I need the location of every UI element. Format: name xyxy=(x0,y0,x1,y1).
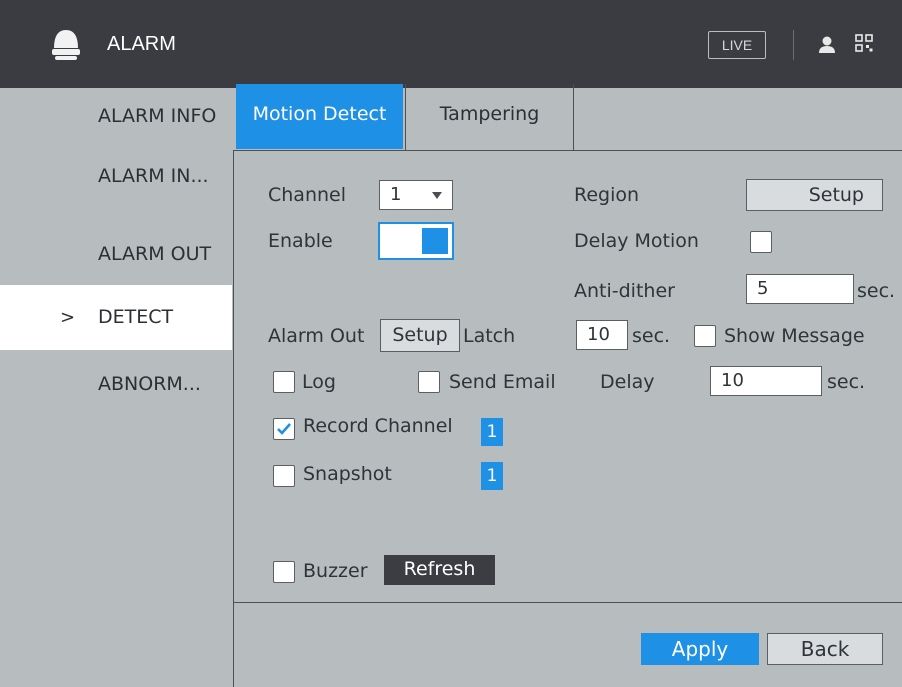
sidebar-item-label: ABNORM... xyxy=(98,373,201,395)
region-setup-button[interactable]: Setup xyxy=(746,179,883,211)
anti-dither-label: Anti-dither xyxy=(574,280,675,302)
footer-divider xyxy=(233,602,902,603)
latch-input[interactable]: 10 xyxy=(576,320,628,350)
alarm-out-label: Alarm Out xyxy=(268,325,365,347)
latch-label: Latch xyxy=(463,325,516,347)
channel-label: Channel xyxy=(268,184,347,206)
app-title: ALARM xyxy=(107,33,176,55)
tab-motion-detect[interactable]: Motion Detect xyxy=(236,84,403,149)
region-label: Region xyxy=(574,184,640,206)
enable-toggle[interactable] xyxy=(378,222,454,260)
snapshot-checkbox[interactable] xyxy=(273,465,295,487)
header-divider xyxy=(793,30,794,60)
enable-label: Enable xyxy=(268,230,333,252)
chevron-right-icon: > xyxy=(60,307,76,328)
channel-select-value: 1 xyxy=(390,184,402,205)
sidebar-item-label: ALARM INFO xyxy=(98,105,217,127)
alarm-bell-icon xyxy=(52,30,80,60)
tab-tampering[interactable]: Tampering xyxy=(405,84,574,151)
content-border xyxy=(233,150,234,687)
buzzer-checkbox[interactable] xyxy=(273,561,295,583)
user-icon[interactable] xyxy=(818,34,836,56)
buzzer-label: Buzzer xyxy=(303,560,368,582)
record-channel-checkbox[interactable] xyxy=(273,418,295,440)
sidebar-item-label: DETECT xyxy=(98,306,174,328)
latch-unit: sec. xyxy=(632,325,671,347)
show-message-label: Show Message xyxy=(724,325,865,347)
show-message-checkbox[interactable] xyxy=(694,325,716,347)
back-button[interactable]: Back xyxy=(767,633,883,665)
delay-label: Delay xyxy=(600,371,655,393)
delay-input[interactable]: 10 xyxy=(710,366,822,396)
sidebar-item-alarm-out[interactable]: ALARM OUT xyxy=(0,222,232,287)
anti-dither-unit: sec. xyxy=(857,280,896,302)
sidebar-item-alarm-info[interactable]: ALARM INFO xyxy=(0,84,232,149)
channel-select[interactable]: 1 xyxy=(379,180,453,210)
chevron-down-icon xyxy=(432,192,442,199)
sidebar-item-detect[interactable]: > DETECT xyxy=(0,285,232,350)
refresh-button[interactable]: Refresh xyxy=(384,555,495,585)
log-label: Log xyxy=(302,371,336,393)
sidebar-item-label: ALARM OUT xyxy=(98,243,212,265)
checkmark-icon xyxy=(277,423,291,435)
delay-unit: sec. xyxy=(827,371,866,393)
apply-button[interactable]: Apply xyxy=(641,633,759,665)
snapshot-label: Snapshot xyxy=(303,463,392,485)
delay-motion-checkbox[interactable] xyxy=(750,231,772,253)
send-email-label: Send Email xyxy=(449,371,556,393)
send-email-checkbox[interactable] xyxy=(418,371,440,393)
sidebar-item-alarm-in[interactable]: ALARM IN... xyxy=(0,150,232,215)
log-checkbox[interactable] xyxy=(273,371,295,393)
snapshot-channel-badge[interactable]: 1 xyxy=(481,462,503,490)
toggle-knob xyxy=(422,228,448,254)
anti-dither-input[interactable]: 5 xyxy=(746,274,854,304)
tabs-baseline xyxy=(233,150,902,151)
delay-motion-label: Delay Motion xyxy=(574,230,699,252)
live-button[interactable]: LIVE xyxy=(708,31,766,59)
alarm-out-setup-button[interactable]: Setup xyxy=(380,319,460,352)
record-channel-badge[interactable]: 1 xyxy=(481,418,503,446)
record-channel-label: Record Channel xyxy=(303,415,453,437)
sidebar-item-abnormality[interactable]: ABNORM... xyxy=(0,352,232,417)
qr-code-icon[interactable] xyxy=(855,34,873,54)
sidebar-item-label: ALARM IN... xyxy=(98,165,209,187)
